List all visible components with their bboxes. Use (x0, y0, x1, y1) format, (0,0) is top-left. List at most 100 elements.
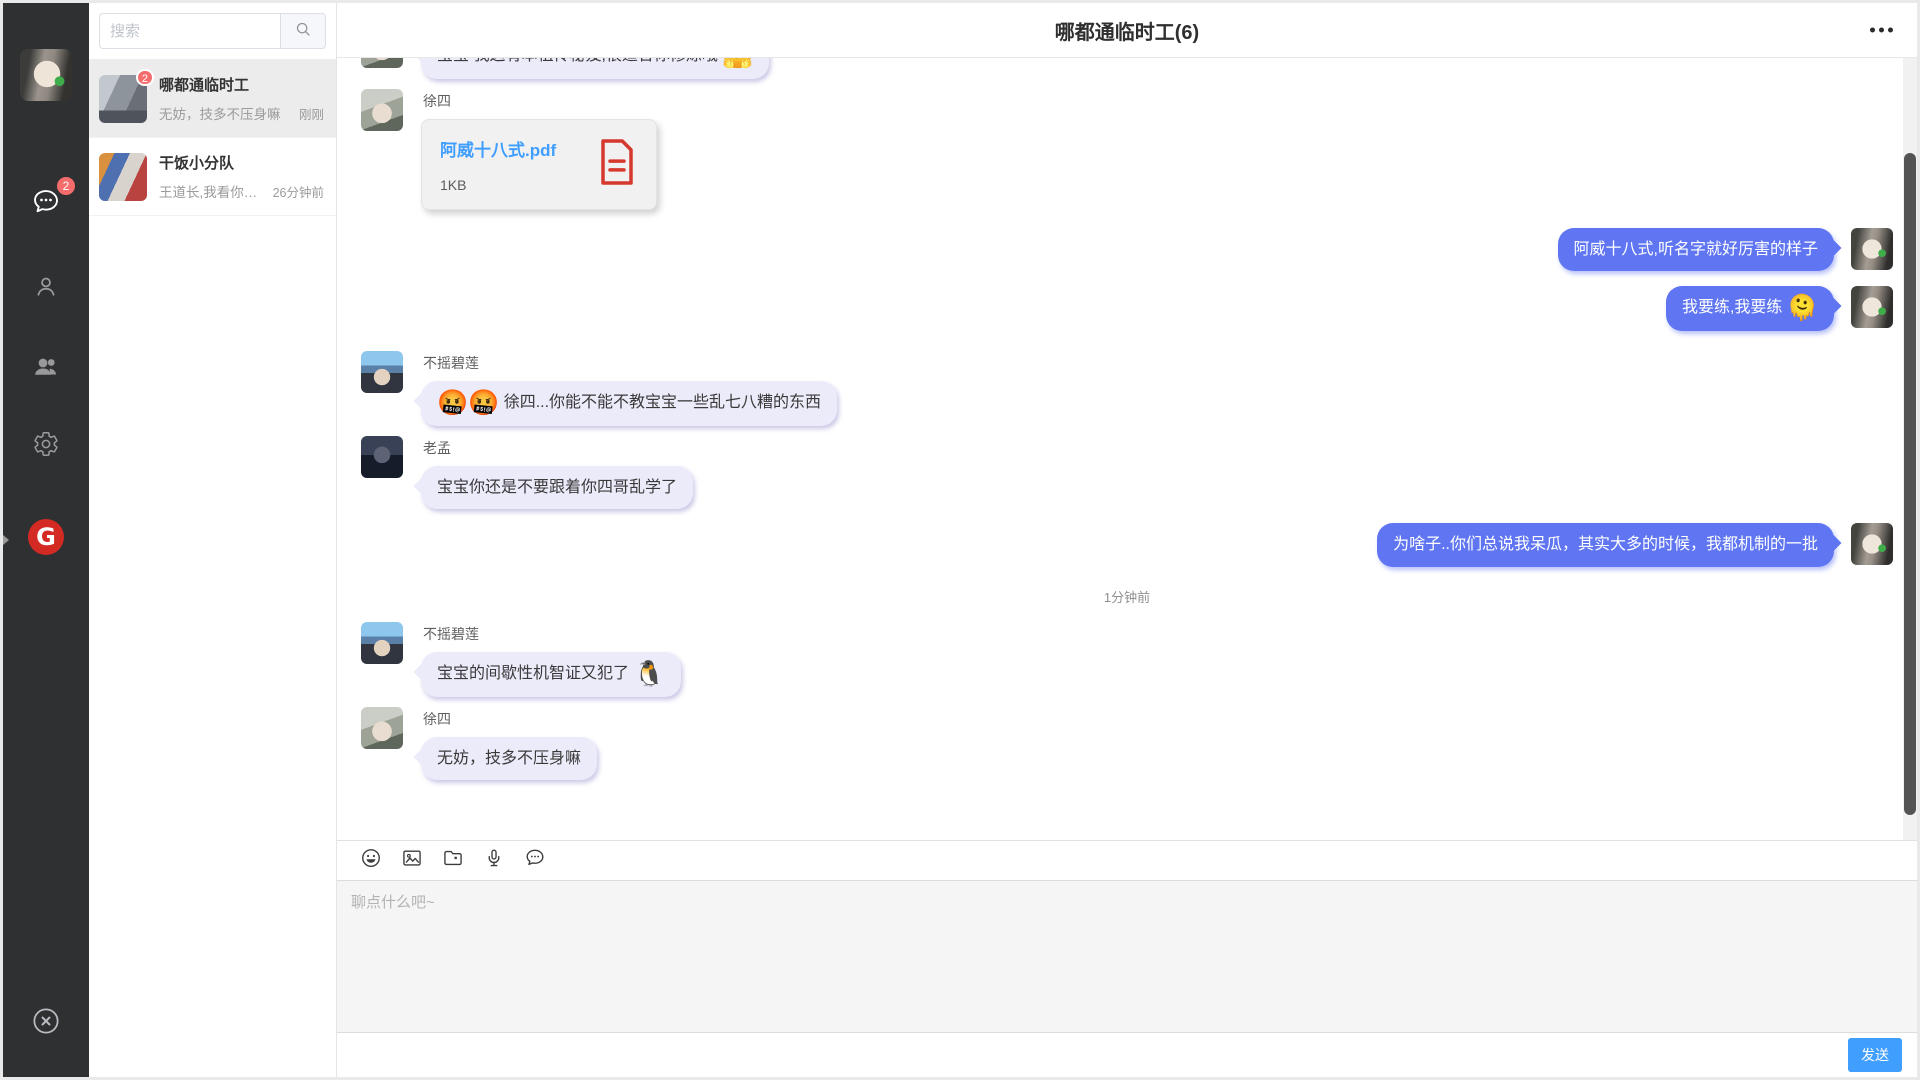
sender-name: 不摇碧莲 (423, 624, 681, 644)
message-outgoing: 我要练,我要练 🫠 (361, 286, 1893, 331)
send-button[interactable]: 发送 (1848, 1038, 1902, 1072)
chat-preview: 王道长,我看你才… (159, 181, 267, 201)
message-bubble[interactable]: 为啥子..你们总说我呆瓜，其实大多的时候，我都机制的一批 (1377, 523, 1834, 566)
avatar[interactable] (361, 707, 403, 749)
search-row (89, 3, 336, 60)
message-bubble[interactable]: 我要练,我要练 🫠 (1666, 286, 1834, 331)
nav-groups-button[interactable] (31, 351, 61, 386)
nav-logo-button[interactable]: G (28, 519, 64, 555)
scrollbar-thumb[interactable] (1904, 153, 1916, 815)
message-incoming: 徐四 阿威十八式.pdf 1KB (361, 89, 1893, 210)
sender-name: 徐四 (423, 709, 597, 729)
unread-badge: 2 (57, 177, 75, 195)
search-button[interactable] (280, 13, 326, 49)
group-avatar: 2 (99, 75, 147, 123)
group-icon (31, 368, 61, 385)
nav-contacts-button[interactable] (32, 272, 60, 305)
message-text: 宝宝你还是不要跟着你四哥乱学了 (437, 479, 677, 496)
more-menu-icon[interactable] (1868, 22, 1895, 39)
composer-toolbar (337, 841, 1917, 880)
avatar[interactable] (1851, 286, 1893, 328)
sender-name: 不摇碧莲 (423, 353, 837, 373)
group-avatar (99, 153, 147, 201)
sender-name: 徐四 (423, 91, 657, 111)
folder-icon (442, 847, 464, 874)
message-incoming: 不摇碧莲 🤬🤬 徐四...你能不能不教宝宝一些乱七八糟的东西 (361, 351, 1893, 426)
message-bubble[interactable]: 宝宝你还是不要跟着你四哥乱学了 (421, 466, 693, 509)
person-icon (32, 287, 60, 304)
user-avatar[interactable] (20, 49, 72, 101)
send-bar: 发送 (337, 1032, 1917, 1077)
avatar[interactable] (361, 436, 403, 478)
chat-time: 26分钟前 (273, 182, 324, 201)
file-name[interactable]: 阿威十八式.pdf (440, 136, 578, 161)
chat-bubble-dots-icon (31, 204, 61, 221)
image-button[interactable] (400, 849, 424, 873)
avatar[interactable] (361, 351, 403, 393)
avatar[interactable] (361, 58, 403, 68)
search-input[interactable] (99, 13, 280, 49)
close-app-button[interactable] (31, 1006, 61, 1041)
close-circle-icon (31, 1023, 61, 1040)
message-bubble[interactable]: 宝宝的间歇性机智证又犯了 🐧 (421, 652, 681, 697)
image-icon (401, 847, 423, 874)
message-bubble[interactable]: 无妨，技多不压身嘛 (421, 737, 597, 780)
scrollbar-track[interactable] (1903, 58, 1917, 840)
message-bubble[interactable]: 宝宝 我这有本祖传秘笈,很适合你修炼哦 🤗 (421, 58, 769, 79)
chat-list-item[interactable]: 干饭小分队 王道长,我看你才… 26分钟前 (89, 138, 336, 216)
message-outgoing: 阿威十八式,听名字就好厉害的样子 (361, 228, 1893, 271)
logo-g-icon: G (28, 519, 64, 555)
message-text: 宝宝 我这有本祖传秘笈,很适合你修炼哦 (437, 58, 722, 64)
message-bubble[interactable]: 阿威十八式,听名字就好厉害的样子 (1558, 228, 1834, 271)
nav-chats-button[interactable]: 2 (31, 187, 61, 222)
microphone-icon (483, 847, 505, 874)
chat-title: 哪都通临时工(6) (1055, 16, 1199, 45)
message-bubble[interactable]: 🤬🤬 徐四...你能不能不教宝宝一些乱七八糟的东西 (421, 381, 837, 426)
search-magnifier-icon (293, 19, 313, 44)
file-attachment-card[interactable]: 阿威十八式.pdf 1KB (421, 119, 657, 210)
melting-face-emoji: 🫠 (1787, 294, 1818, 322)
avatar[interactable] (361, 89, 403, 131)
message-incoming: 老孟 宝宝你还是不要跟着你四哥乱学了 (361, 436, 1893, 509)
avatar[interactable] (1851, 523, 1893, 565)
pdf-file-icon (596, 137, 638, 192)
message-list: 宝宝 我这有本祖传秘笈,很适合你修炼哦 🤗 徐四 阿威十八式.pdf 1KB (337, 58, 1917, 840)
chat-list-item[interactable]: 2 哪都通临时工 无妨，技多不压身嘛 刚刚 (89, 60, 336, 138)
message-incoming: 宝宝 我这有本祖传秘笈,很适合你修炼哦 🤗 (361, 58, 1893, 79)
chat-name: 干饭小分队 (159, 152, 324, 173)
gear-icon (32, 445, 60, 462)
message-editor (337, 880, 1917, 1032)
chat-main: 哪都通临时工(6) 宝宝 我这有本祖传秘笈,很适合你修炼哦 🤗 徐四 (337, 3, 1917, 1077)
chat-name: 哪都通临时工 (159, 74, 324, 95)
conversation-panel: 2 哪都通临时工 无妨，技多不压身嘛 刚刚 干饭小分队 王道长,我看你才… 26… (89, 3, 337, 1077)
panel-collapse-arrow-icon[interactable] (3, 535, 9, 545)
app-window: 2 (0, 0, 1920, 1080)
sender-name: 老孟 (423, 438, 693, 458)
chat-item-info: 哪都通临时工 无妨，技多不压身嘛 刚刚 (159, 74, 324, 123)
message-text: 宝宝的间歇性机智证又犯了 (437, 665, 633, 682)
composer: 发送 (337, 840, 1917, 1077)
nav-settings-button[interactable] (32, 430, 60, 463)
message-input[interactable] (337, 881, 1917, 1032)
message-text: 我要练,我要练 (1682, 299, 1787, 316)
chat-time: 刚刚 (299, 104, 324, 123)
chat-item-info: 干饭小分队 王道长,我看你才… 26分钟前 (159, 152, 324, 201)
unread-badge: 2 (136, 69, 154, 86)
voice-button[interactable] (482, 849, 506, 873)
chat-preview: 无妨，技多不压身嘛 (159, 103, 293, 123)
avatar[interactable] (361, 622, 403, 664)
chat-header: 哪都通临时工(6) (337, 3, 1917, 58)
message-text: 阿威十八式,听名字就好厉害的样子 (1574, 241, 1818, 258)
file-button[interactable] (441, 849, 465, 873)
message-incoming: 不摇碧莲 宝宝的间歇性机智证又犯了 🐧 (361, 622, 1893, 697)
history-button[interactable] (523, 849, 547, 873)
message-outgoing: 为啥子..你们总说我呆瓜，其实大多的时候，我都机制的一批 (361, 523, 1893, 566)
penguin-emoji: 🐧 (633, 660, 664, 688)
file-size: 1KB (440, 177, 578, 193)
message-text: 徐四...你能不能不教宝宝一些乱七八糟的东西 (499, 394, 821, 411)
avatar[interactable] (1851, 228, 1893, 270)
emoji-button[interactable] (359, 849, 383, 873)
cursing-face-emoji: 🤬🤬 (437, 389, 499, 417)
message-incoming: 徐四 无妨，技多不压身嘛 (361, 707, 1893, 780)
time-divider: 1分钟前 (361, 587, 1893, 606)
